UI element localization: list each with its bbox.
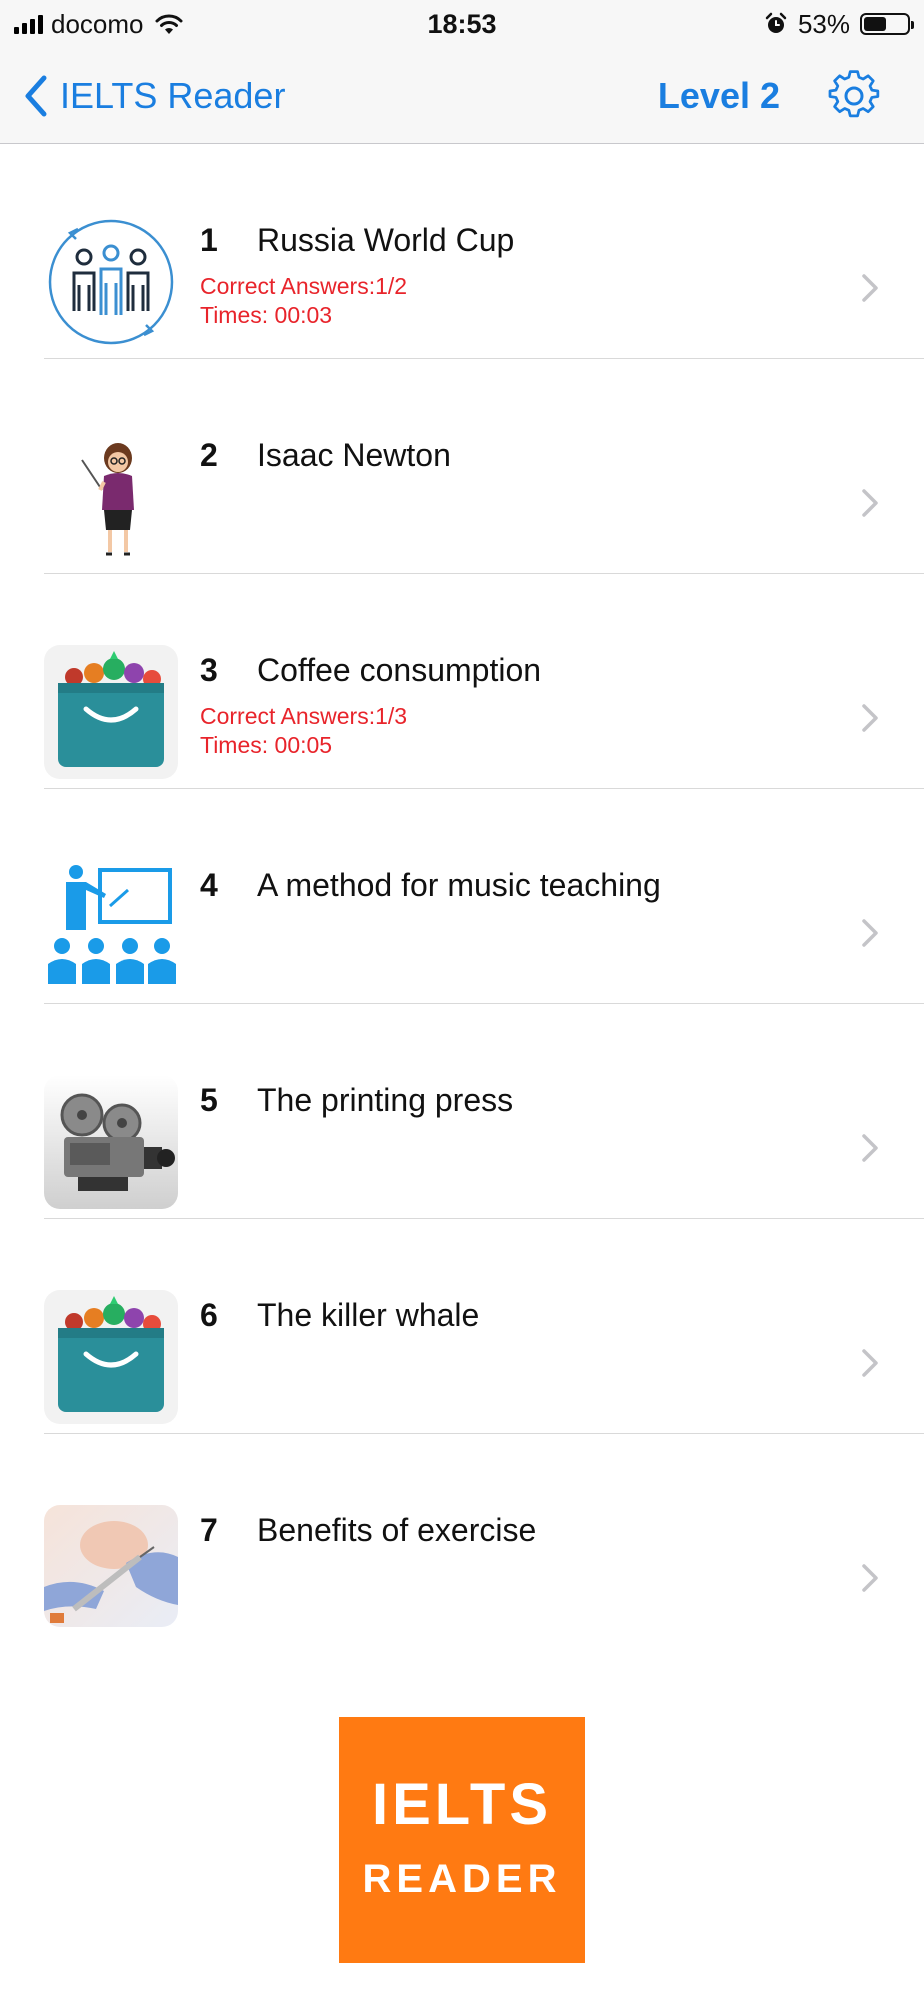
lesson-row-2[interactable]: 2 Isaac Newton — [0, 359, 924, 574]
lesson-number: 3 — [200, 652, 218, 688]
status-bar: docomo 18:53 53% — [0, 0, 924, 48]
team-people-icon — [44, 215, 178, 349]
logo-line-1: IELTS — [371, 1772, 553, 1837]
lesson-title: Isaac Newton — [257, 437, 451, 473]
chevron-right-icon — [862, 489, 878, 517]
vegetable-basket-icon — [44, 645, 178, 779]
lesson-title: Benefits of exercise — [257, 1512, 537, 1548]
correct-answers-text: Correct Answers:1/3 — [200, 703, 408, 729]
lesson-title: A method for music teaching — [257, 867, 661, 903]
lesson-number: 2 — [200, 437, 218, 473]
classroom-presentation-icon — [44, 860, 178, 994]
lesson-number: 1 — [200, 222, 218, 258]
chevron-right-icon — [862, 1564, 878, 1592]
lesson-row-3[interactable]: 3 Coffee consumption Correct Answers:1/3… — [0, 574, 924, 789]
chevron-right-icon — [862, 1349, 878, 1377]
time-spent-text: Times: 00:05 — [200, 732, 333, 758]
back-button-label: IELTS Reader — [60, 75, 286, 116]
lesson-title: Russia World Cup — [257, 222, 515, 258]
time-spent-text: Times: 00:03 — [200, 302, 333, 328]
battery-percent: 53% — [797, 8, 850, 39]
film-projector-icon — [44, 1075, 178, 1209]
chevron-right-icon — [862, 1134, 878, 1162]
logo-line-2: READER — [362, 1857, 562, 1901]
ielts-reader-logo: IELTS READER — [339, 1717, 585, 1963]
chevron-right-icon — [862, 274, 878, 302]
lesson-row-1[interactable]: 1 Russia World Cup Correct Answers:1/2 T… — [0, 144, 924, 359]
lesson-number: 5 — [200, 1082, 218, 1118]
lesson-title: The killer whale — [257, 1297, 480, 1333]
lesson-number: 7 — [200, 1512, 218, 1548]
lesson-list: 1 Russia World Cup Correct Answers:1/2 T… — [0, 144, 924, 1649]
navigation-bar: IELTS Reader Level 2 — [0, 48, 924, 144]
lesson-title: Coffee consumption — [257, 652, 542, 688]
battery-icon — [860, 13, 914, 35]
lesson-number: 4 — [200, 867, 218, 903]
teacher-woman-icon — [44, 430, 178, 564]
chevron-right-icon — [862, 704, 878, 732]
lesson-row-7[interactable]: 7 Benefits of exercise — [0, 1434, 924, 1649]
chevron-right-icon — [862, 919, 878, 947]
lesson-number: 6 — [200, 1297, 218, 1333]
gear-icon[interactable] — [828, 70, 880, 122]
syringe-hands-photo — [44, 1505, 178, 1627]
lesson-title: The printing press — [257, 1082, 514, 1118]
vegetable-basket-icon — [44, 1290, 178, 1424]
lesson-row-5[interactable]: 5 The printing press — [0, 1004, 924, 1219]
lesson-row-6[interactable]: 6 The killer whale — [0, 1219, 924, 1434]
chevron-left-icon — [25, 75, 47, 117]
alarm-clock-icon — [765, 12, 787, 33]
lesson-row-4[interactable]: 4 A method for music teaching — [0, 789, 924, 1004]
back-button[interactable]: IELTS Reader — [24, 70, 285, 122]
level-title: Level 2 — [657, 75, 780, 116]
correct-answers-text: Correct Answers:1/2 — [200, 273, 408, 299]
